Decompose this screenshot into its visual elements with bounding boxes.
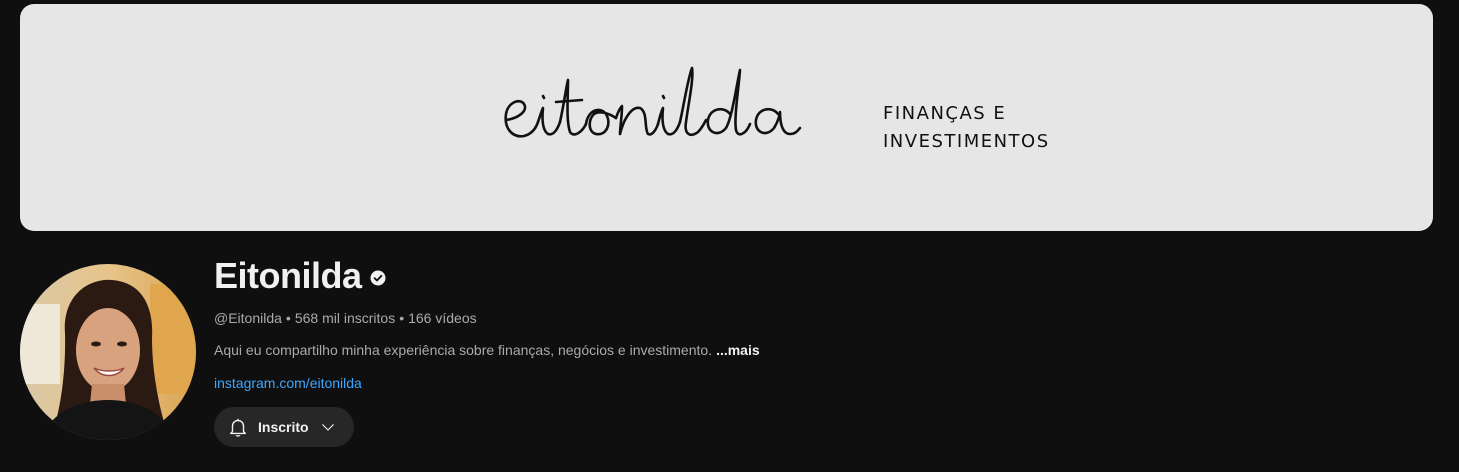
bell-icon: [229, 418, 247, 437]
channel-description[interactable]: Aqui eu compartilho minha experiência so…: [214, 340, 760, 360]
verified-check-icon[interactable]: [370, 270, 386, 286]
title-row: Eitonilda: [214, 252, 760, 300]
channel-name: Eitonilda: [214, 255, 362, 296]
chevron-down-icon: [321, 424, 334, 431]
channel-meta: @Eitonilda • 568 mil inscritos • 166 vídeos: [214, 308, 760, 328]
banner-logo: [504, 66, 802, 138]
channel-handle: @Eitonilda: [214, 310, 282, 326]
channel-header: Finanças e Investimentos: [0, 0, 1459, 472]
channel-avatar[interactable]: [20, 264, 196, 440]
more-link[interactable]: ...mais: [716, 342, 760, 358]
avatar-photo: [20, 264, 196, 440]
channel-banner: Finanças e Investimentos: [20, 4, 1433, 231]
channel-info: Eitonilda @Eitonilda • 568 mil inscritos • 1…: [214, 252, 760, 393]
banner-tagline-line1: Finanças e: [883, 103, 1007, 124]
subscribed-button[interactable]: Inscrito: [214, 407, 354, 447]
subscribed-label: Inscrito: [258, 419, 309, 435]
video-count: 166 vídeos: [408, 310, 477, 326]
banner-tagline: Finanças e Investimentos: [883, 100, 1050, 156]
subscriber-count: 568 mil inscritos: [294, 310, 396, 326]
meta-separator: •: [399, 310, 405, 326]
banner-tagline-line2: Investimentos: [883, 131, 1050, 152]
external-link[interactable]: instagram.com/eitonilda: [214, 373, 362, 393]
meta-separator: •: [285, 310, 291, 326]
description-text: Aqui eu compartilho minha experiência so…: [214, 342, 713, 358]
